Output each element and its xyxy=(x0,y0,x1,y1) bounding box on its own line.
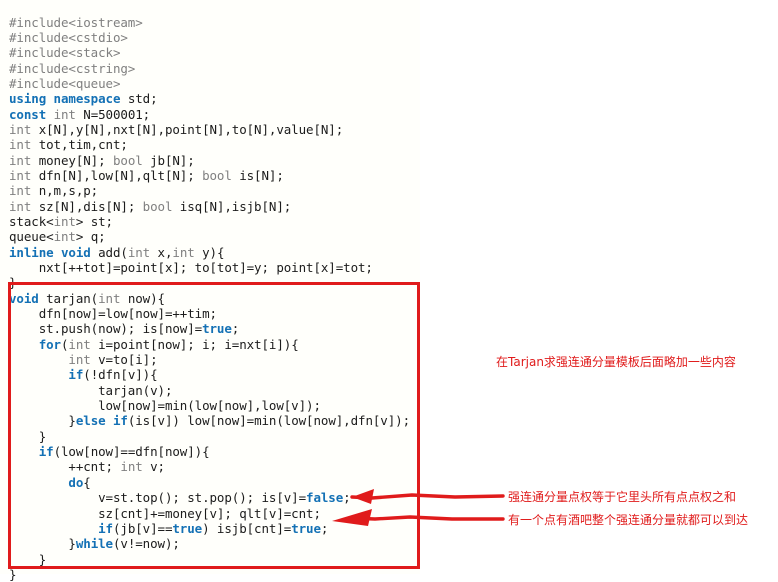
code-line: stack<int> st; xyxy=(9,214,410,229)
code-line: if(low[now]==dfn[now]){ xyxy=(9,444,410,459)
code-line: low[now]=min(low[now],low[v]); xyxy=(9,398,410,413)
code-line: int tot,tim,cnt; xyxy=(9,137,410,152)
code-line: int n,m,s,p; xyxy=(9,183,410,198)
code-line: for(int i=point[now]; i; i=nxt[i]){ xyxy=(9,337,410,352)
code-line: tarjan(v); xyxy=(9,383,410,398)
code-line: nxt[++tot]=point[x]; to[tot]=y; point[x]… xyxy=(9,260,410,275)
code-line: int money[N]; bool jb[N]; xyxy=(9,153,410,168)
code-line: ++cnt; int v; xyxy=(9,459,410,474)
code-line: #include<cstdio> xyxy=(9,30,410,45)
code-line: } xyxy=(9,429,410,444)
code-line: inline void add(int x,int y){ xyxy=(9,245,410,260)
code-line: #include<queue> xyxy=(9,76,410,91)
code-line: int v=to[i]; xyxy=(9,352,410,367)
annotation-note-top: 在Tarjan求强连通分量模板后面略加一些内容 xyxy=(496,355,736,370)
annotation-note-middle: 强连通分量点权等于它里头所有点点权之和 xyxy=(508,490,736,505)
code-line: } xyxy=(9,552,410,567)
code-line: do{ xyxy=(9,475,410,490)
code-line: sz[cnt]+=money[v]; qlt[v]=cnt; xyxy=(9,506,410,521)
code-line: using namespace std; xyxy=(9,91,410,106)
code-editor-pane: #include<iostream>#include<cstdio>#inclu… xyxy=(0,0,420,574)
code-line: if(!dfn[v]){ xyxy=(9,367,410,382)
code-line: st.push(now); is[now]=true; xyxy=(9,321,410,336)
code-line: int sz[N],dis[N]; bool isq[N],isjb[N]; xyxy=(9,199,410,214)
code-line: }while(v!=now); xyxy=(9,536,410,551)
code-line: #include<iostream> xyxy=(9,15,410,30)
code-line: int dfn[N],low[N],qlt[N]; bool is[N]; xyxy=(9,168,410,183)
code-line: int x[N],y[N],nxt[N],point[N],to[N],valu… xyxy=(9,122,410,137)
code-line: #include<cstring> xyxy=(9,61,410,76)
code-line: if(jb[v]==true) isjb[cnt]=true; xyxy=(9,521,410,536)
code-line: dfn[now]=low[now]=++tim; xyxy=(9,306,410,321)
code-listing: #include<iostream>#include<cstdio>#inclu… xyxy=(9,15,410,582)
code-line: void tarjan(int now){ xyxy=(9,291,410,306)
annotation-note-bottom: 有一个点有酒吧整个强连通分量就都可以到达 xyxy=(508,513,748,528)
code-line: #include<stack> xyxy=(9,45,410,60)
code-line: const int N=500001; xyxy=(9,107,410,122)
code-line: }else if(is[v]) low[now]=min(low[now],df… xyxy=(9,413,410,428)
code-line: } xyxy=(9,275,410,290)
code-line: queue<int> q; xyxy=(9,229,410,244)
code-line: v=st.top(); st.pop(); is[v]=false; xyxy=(9,490,410,505)
code-line: } xyxy=(9,567,410,582)
